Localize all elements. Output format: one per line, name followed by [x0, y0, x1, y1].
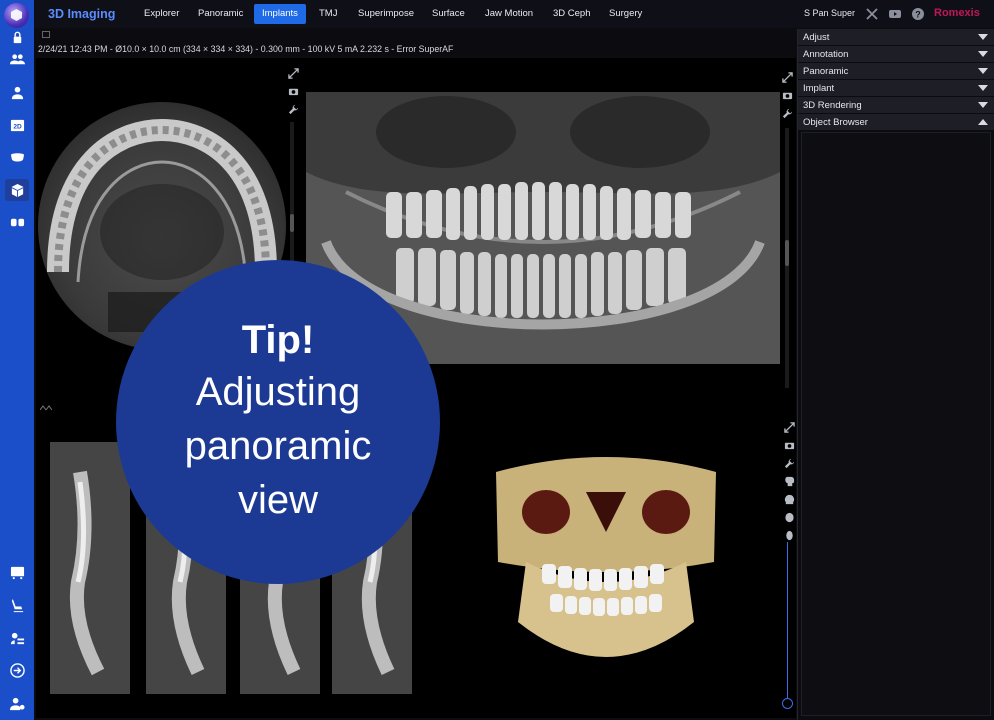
3d-cube-icon[interactable] [5, 179, 29, 201]
chevron-down-icon [978, 68, 988, 74]
panel-3d-rendering[interactable]: 3D Rendering [798, 97, 994, 114]
close-patient-icon[interactable] [865, 7, 879, 21]
axial-toolbar [288, 66, 299, 115]
login-icon[interactable] [5, 659, 29, 681]
panel-item-label: Implant [803, 83, 835, 94]
2d-icon[interactable]: 2D [5, 114, 29, 136]
app-title: 3D Imaging [48, 7, 116, 21]
panel-implant[interactable]: Implant [798, 80, 994, 97]
panel-item-label: Adjust [803, 32, 830, 43]
jaw-icon[interactable] [5, 146, 29, 168]
cross-section-1[interactable] [50, 442, 130, 694]
head-side-icon[interactable] [784, 474, 795, 487]
intraoral-icon[interactable] [5, 211, 29, 233]
tab-surgery[interactable]: Surgery [601, 4, 650, 24]
panoramic-scrollbar[interactable] [785, 128, 789, 388]
right-panel: Adjust Annotation Panoramic Implant 3D R… [797, 29, 994, 720]
tab-implants[interactable]: Implants [254, 4, 306, 24]
panel-annotation[interactable]: Annotation [798, 46, 994, 63]
splitter-handle-icon[interactable] [39, 398, 53, 411]
maximize-icon[interactable] [782, 70, 793, 83]
top-bar: 3D Imaging Explorer Panoramic Implants T… [34, 0, 994, 28]
panel-panoramic[interactable]: Panoramic [798, 63, 994, 80]
skull-icon[interactable] [784, 492, 795, 505]
tab-jaw-motion[interactable]: Jaw Motion [477, 4, 541, 24]
scan-info-line: 2/24/21 12:43 PM - Ø10.0 × 10.0 cm (334 … [38, 44, 454, 54]
svg-text:?: ? [915, 10, 921, 20]
tab-surface[interactable]: Surface [424, 4, 473, 24]
3d-opacity-slider-track[interactable] [787, 542, 788, 702]
tip-line-2: panoramic [184, 423, 372, 468]
tab-tmj[interactable]: TMJ [311, 4, 345, 24]
app-logo-icon[interactable] [4, 3, 29, 28]
svg-text:2D: 2D [13, 123, 22, 130]
patients-icon[interactable] [5, 48, 29, 70]
panel-item-label: Object Browser [803, 117, 868, 128]
tip-title: Tip! [241, 317, 315, 362]
panel-item-label: 3D Rendering [803, 100, 862, 111]
chevron-down-icon [978, 34, 988, 40]
panel-object-browser[interactable]: Object Browser [798, 114, 994, 131]
jaw-render-icon[interactable] [784, 528, 795, 541]
3d-toolbar [784, 420, 795, 541]
wrench-icon[interactable] [782, 106, 793, 119]
head-front-icon[interactable] [784, 510, 795, 523]
tip-line-3: view [237, 477, 319, 522]
tab-superimpose[interactable]: Superimpose [350, 4, 422, 24]
chevron-down-icon [978, 51, 988, 57]
camera-icon[interactable] [782, 88, 793, 100]
maximize-icon[interactable] [288, 66, 299, 79]
lock-icon[interactable] [5, 30, 29, 44]
wrench-icon[interactable] [784, 456, 795, 469]
maximize-icon[interactable] [784, 420, 795, 433]
chevron-down-icon [978, 85, 988, 91]
reports-icon[interactable] [5, 561, 29, 583]
tab-3d-ceph[interactable]: 3D Ceph [545, 4, 599, 24]
user-icon[interactable] [5, 81, 29, 103]
layout-toggle-icon[interactable] [42, 31, 50, 38]
3d-render-view[interactable] [486, 452, 726, 684]
workflow-icon[interactable] [5, 627, 29, 649]
panel-item-label: Annotation [803, 49, 849, 60]
panel-adjust[interactable]: Adjust [798, 29, 994, 46]
tip-line-1: Adjusting [195, 369, 361, 414]
panoramic-toolbar [782, 70, 793, 119]
video-icon[interactable] [888, 7, 902, 21]
app-rail: 2D [0, 0, 34, 720]
panel-item-label: Panoramic [803, 66, 849, 77]
wrench-icon[interactable] [288, 102, 299, 115]
user-settings-icon[interactable] [5, 692, 29, 714]
chevron-up-icon [978, 119, 988, 125]
tip-overlay: Tip! Adjusting panoramic view [116, 260, 440, 584]
chevron-down-icon [978, 102, 988, 108]
tab-explorer[interactable]: Explorer [136, 4, 187, 24]
3d-opacity-slider-handle[interactable] [782, 698, 793, 709]
help-icon[interactable]: ? [911, 7, 925, 21]
dental-chair-icon[interactable] [5, 594, 29, 616]
camera-icon[interactable] [784, 438, 795, 450]
patient-name[interactable]: S Pan Super [804, 8, 855, 18]
object-browser-body [801, 132, 991, 716]
tab-panoramic[interactable]: Panoramic [190, 4, 251, 24]
brand-logo: Romexis [934, 7, 980, 19]
camera-icon[interactable] [288, 84, 299, 96]
